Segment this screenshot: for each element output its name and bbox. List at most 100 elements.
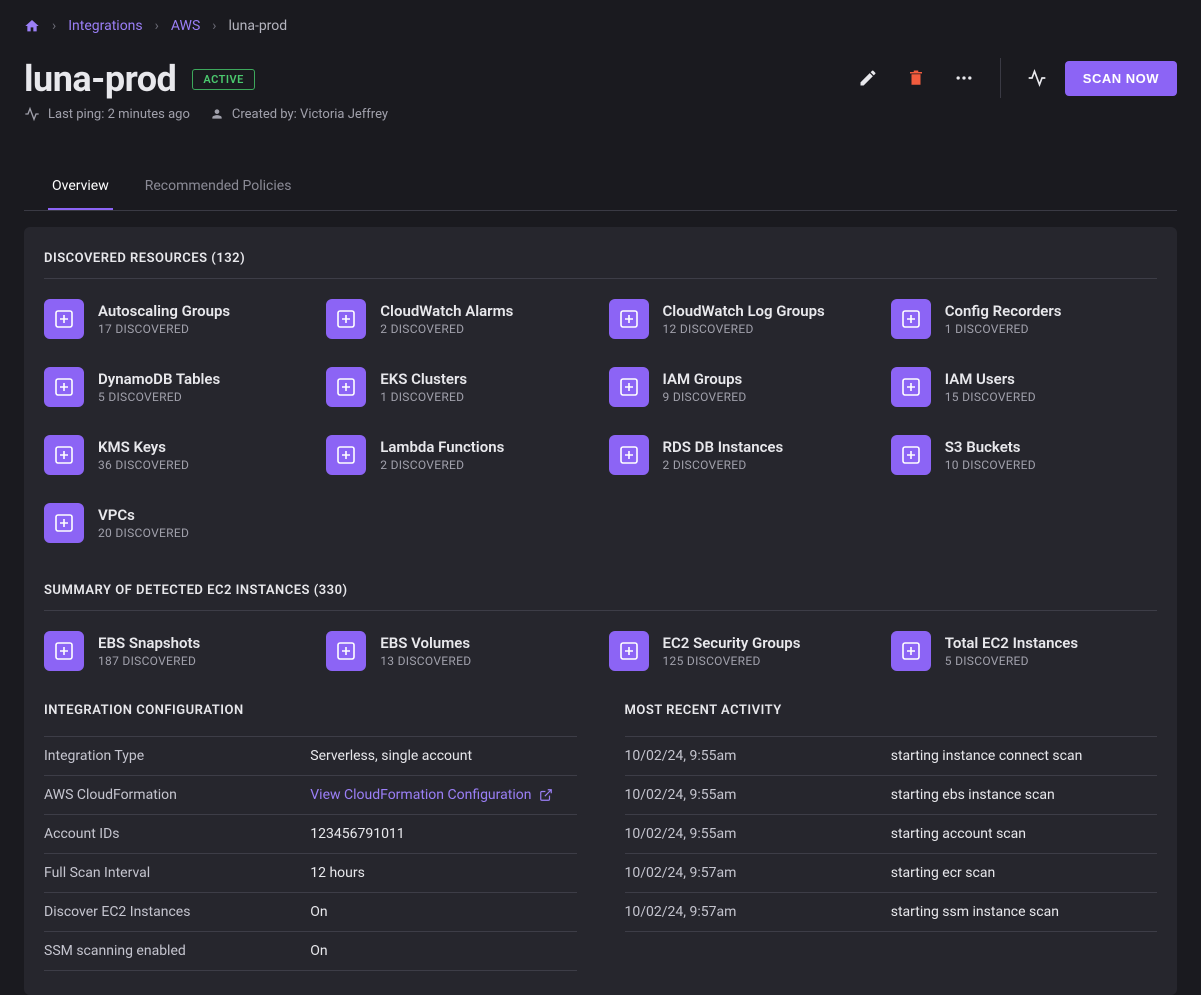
resource-iamgroups[interactable]: IAM Groups9 DISCOVERED xyxy=(609,367,875,407)
config-key: Integration Type xyxy=(44,748,310,764)
resource-name: EC2 Security Groups xyxy=(663,634,801,652)
delete-button[interactable] xyxy=(896,58,936,98)
resource-count: 20 DISCOVERED xyxy=(98,526,189,540)
config-key: Account IDs xyxy=(44,826,310,842)
breadcrumb: › Integrations › AWS › luna-prod xyxy=(0,0,1201,46)
edit-button[interactable] xyxy=(848,58,888,98)
breadcrumb-integrations[interactable]: Integrations xyxy=(68,18,142,34)
ec2-summary-section: SUMMARY OF DETECTED EC2 INSTANCES (330) … xyxy=(44,583,1157,671)
recent-activity-section: MOST RECENT ACTIVITY 10/02/24, 9:55amsta… xyxy=(625,703,1158,971)
config-key: Discover EC2 Instances xyxy=(44,904,310,920)
resource-snapshot[interactable]: EBS Snapshots 187 DISCOVERED xyxy=(44,631,310,671)
user-icon xyxy=(210,107,224,121)
vpc-icon xyxy=(44,503,84,543)
activity-row: 10/02/24, 9:57amstarting ssm instance sc… xyxy=(625,893,1158,932)
resource-kms[interactable]: KMS Keys36 DISCOVERED xyxy=(44,435,310,475)
resource-name: EKS Clusters xyxy=(380,370,467,388)
breadcrumb-current: luna-prod xyxy=(228,18,287,34)
config-key: Full Scan Interval xyxy=(44,865,310,881)
iamusers-icon xyxy=(891,367,931,407)
more-button[interactable] xyxy=(944,58,984,98)
activity-button[interactable] xyxy=(1017,58,1057,98)
resource-name: KMS Keys xyxy=(98,438,189,456)
resource-name: VPCs xyxy=(98,506,189,524)
tab-recommended-policies[interactable]: Recommended Policies xyxy=(141,178,296,210)
resource-count: 12 DISCOVERED xyxy=(663,322,825,336)
pulse-icon xyxy=(24,106,40,122)
resource-count: 125 DISCOVERED xyxy=(663,654,801,668)
resource-name: EBS Snapshots xyxy=(98,634,200,652)
created-by: Created by: Victoria Jeffrey xyxy=(232,107,388,122)
status-badge: ACTIVE xyxy=(192,69,255,90)
resource-eks[interactable]: EKS Clusters1 DISCOVERED xyxy=(326,367,592,407)
resource-count: 15 DISCOVERED xyxy=(945,390,1036,404)
autoscaling-icon xyxy=(44,299,84,339)
activity-message: starting instance connect scan xyxy=(891,748,1157,764)
tabs: Overview Recommended Policies xyxy=(24,146,1177,211)
resource-iamusers[interactable]: IAM Users15 DISCOVERED xyxy=(891,367,1157,407)
resource-s3[interactable]: S3 Buckets10 DISCOVERED xyxy=(891,435,1157,475)
activity-timestamp: 10/02/24, 9:57am xyxy=(625,904,891,920)
home-icon[interactable] xyxy=(24,18,40,34)
resource-loggroups[interactable]: CloudWatch Log Groups12 DISCOVERED xyxy=(609,299,875,339)
config-heading: INTEGRATION CONFIGURATION xyxy=(44,703,577,718)
overview-panel: DISCOVERED RESOURCES (132) Autoscaling G… xyxy=(24,227,1177,995)
resource-ec2[interactable]: Total EC2 Instances5 DISCOVERED xyxy=(891,631,1157,671)
activity-message: starting account scan xyxy=(891,826,1157,842)
snapshot-icon xyxy=(44,631,84,671)
rds-icon xyxy=(609,435,649,475)
divider xyxy=(44,610,1157,611)
resource-dynamo[interactable]: DynamoDB Tables5 DISCOVERED xyxy=(44,367,310,407)
activity-heading: MOST RECENT ACTIVITY xyxy=(625,703,1158,718)
resource-lambda[interactable]: Lambda Functions2 DISCOVERED xyxy=(326,435,592,475)
iamgroups-icon xyxy=(609,367,649,407)
resource-vpc[interactable]: VPCs 20 DISCOVERED xyxy=(44,503,310,543)
resource-name: S3 Buckets xyxy=(945,438,1036,456)
resource-name: CloudWatch Alarms xyxy=(380,302,513,320)
config-row: Discover EC2 InstancesOn xyxy=(44,893,577,932)
resource-name: Total EC2 Instances xyxy=(945,634,1078,652)
divider xyxy=(44,278,1157,279)
activity-timestamp: 10/02/24, 9:55am xyxy=(625,826,891,842)
activity-message: starting ssm instance scan xyxy=(891,904,1157,920)
resource-secgroup[interactable]: EC2 Security Groups 125 DISCOVERED xyxy=(609,631,875,671)
s3-icon xyxy=(891,435,931,475)
config-row: Account IDs123456791011 xyxy=(44,815,577,854)
page-header: luna-prod ACTIVE Last ping: 2 minutes ag… xyxy=(0,46,1201,122)
activity-row: 10/02/24, 9:55amstarting account scan xyxy=(625,815,1158,854)
activity-timestamp: 10/02/24, 9:55am xyxy=(625,748,891,764)
activity-message: starting ecr scan xyxy=(891,865,1157,881)
resource-config[interactable]: Config Recorders 1 DISCOVERED xyxy=(891,299,1157,339)
last-ping: Last ping: 2 minutes ago xyxy=(48,107,190,122)
resource-name: DynamoDB Tables xyxy=(98,370,220,388)
resource-name: IAM Groups xyxy=(663,370,747,388)
scan-now-button[interactable]: SCAN NOW xyxy=(1065,61,1177,96)
config-icon xyxy=(891,299,931,339)
activity-row: 10/02/24, 9:57amstarting ecr scan xyxy=(625,854,1158,893)
breadcrumb-sep: › xyxy=(52,18,56,34)
tab-overview[interactable]: Overview xyxy=(48,178,113,210)
resource-alarms[interactable]: CloudWatch Alarms 2 DISCOVERED xyxy=(326,299,592,339)
resource-rds[interactable]: RDS DB Instances2 DISCOVERED xyxy=(609,435,875,475)
breadcrumb-sep: › xyxy=(212,18,216,34)
resource-count: 2 DISCOVERED xyxy=(380,322,513,336)
ec2-icon xyxy=(891,631,931,671)
resource-volume[interactable]: EBS Volumes13 DISCOVERED xyxy=(326,631,592,671)
resource-autoscaling[interactable]: Autoscaling Groups17 DISCOVERED xyxy=(44,299,310,339)
resource-count: 1 DISCOVERED xyxy=(945,322,1062,336)
lambda-icon xyxy=(326,435,366,475)
loggroups-icon xyxy=(609,299,649,339)
config-value: 12 hours xyxy=(310,865,365,881)
activity-message: starting ebs instance scan xyxy=(891,787,1157,803)
cloudformation-link[interactable]: View CloudFormation Configuration xyxy=(310,787,553,803)
config-key: AWS CloudFormation xyxy=(44,787,310,803)
breadcrumb-sep: › xyxy=(155,18,159,34)
breadcrumb-aws[interactable]: AWS xyxy=(171,18,200,34)
divider xyxy=(1000,58,1001,98)
resource-name: Autoscaling Groups xyxy=(98,302,230,320)
resource-name: Lambda Functions xyxy=(380,438,504,456)
resource-count: 187 DISCOVERED xyxy=(98,654,200,668)
resource-name: Config Recorders xyxy=(945,302,1062,320)
integration-config-section: INTEGRATION CONFIGURATION Integration Ty… xyxy=(44,703,577,971)
dynamo-icon xyxy=(44,367,84,407)
